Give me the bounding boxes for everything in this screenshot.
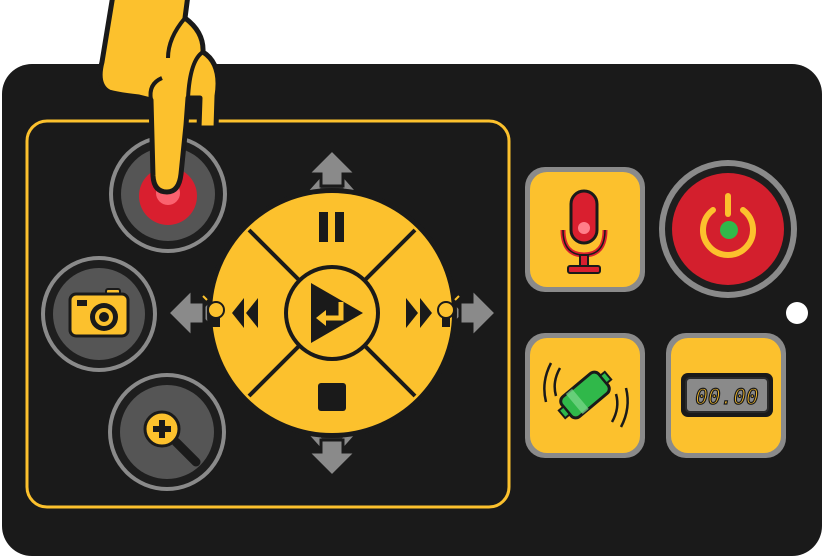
timer-display-text: 00.00 — [695, 385, 758, 409]
timer-display-icon: 00.00 — [681, 373, 773, 417]
zoom-button[interactable] — [108, 373, 226, 491]
power-button[interactable] — [659, 160, 797, 298]
microphone-button[interactable] — [525, 167, 645, 292]
camera-button[interactable] — [41, 256, 157, 372]
camera-icon — [68, 288, 130, 338]
device-illustration: 00.00 — [0, 0, 823, 558]
status-led — [786, 302, 808, 324]
stop-icon — [318, 383, 346, 411]
timer-button[interactable]: 00.00 — [666, 333, 786, 458]
play-enter-button[interactable] — [284, 265, 380, 361]
vibrate-button[interactable] — [525, 333, 645, 458]
stop-button[interactable] — [318, 383, 346, 411]
